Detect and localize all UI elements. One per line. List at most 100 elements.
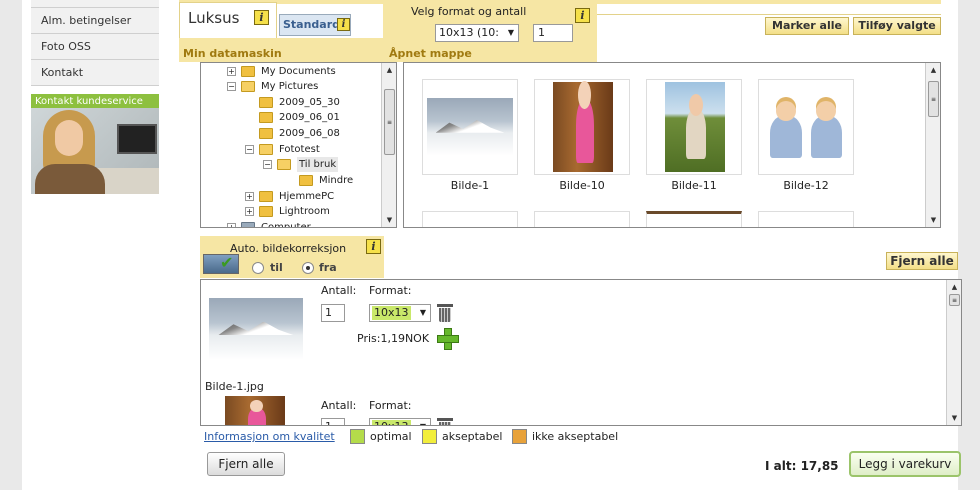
remove-all-button[interactable]: Fjern alle	[207, 452, 285, 476]
my-computer-heading: Min datamaskin	[183, 47, 282, 60]
open-folder-heading: Åpnet mappe	[389, 47, 472, 60]
tree-item-label: Til bruk	[297, 157, 339, 172]
tree-item-label: My Pictures	[261, 81, 319, 92]
snow-mountains-image	[427, 98, 513, 156]
info-icon[interactable]: i	[337, 18, 350, 31]
scroll-up-icon[interactable]: ▲	[947, 280, 961, 294]
selected-image-thumbnail[interactable]	[225, 396, 285, 425]
sidebar-item-about[interactable]: Foto OSS	[31, 34, 159, 60]
image-thumbnail[interactable]	[758, 211, 854, 227]
add-copy-icon[interactable]	[437, 328, 459, 350]
info-icon[interactable]: i	[254, 10, 269, 25]
image-gallery: Bilde-1 Bilde-10 Bilde-11 Bilde-12 ▲ ≡ ▼	[403, 62, 941, 228]
folder-icon	[259, 97, 273, 108]
scroll-up-icon[interactable]: ▲	[926, 63, 940, 77]
quality-legend: Informasjon om kvalitet optimal akseptab…	[200, 427, 962, 447]
tree-item-label: HjemmePC	[279, 191, 335, 202]
quantity-input[interactable]: 1	[533, 24, 573, 42]
sidebar: Alm. betingelser Foto OSS Kontakt Kontak…	[31, 0, 159, 194]
page: Alm. betingelser Foto OSS Kontakt Kontak…	[22, 0, 962, 490]
acceptable-label: akseptabel	[442, 430, 503, 443]
scroll-up-icon[interactable]: ▲	[382, 63, 396, 77]
price-label: Pris:1,19NOK	[357, 332, 430, 345]
format-select-value: 10x13 (10:	[439, 26, 499, 39]
format-quantity-label: Velg format og antall	[411, 5, 527, 18]
image-label: Bilde-1	[450, 179, 490, 192]
format-select[interactable]: 10x13 (10: ▼	[435, 24, 519, 42]
not-acceptable-label: ikke akseptabel	[532, 430, 619, 443]
sidebar-item-contact[interactable]: Kontakt	[31, 60, 159, 86]
scroll-down-icon[interactable]: ▼	[382, 213, 396, 227]
format-select[interactable]: 10x13 ▼	[369, 418, 431, 425]
auto-correction-label: Auto. bildekorreksjon	[230, 242, 347, 255]
scroll-thumb[interactable]: ≡	[384, 89, 395, 155]
quantity-input[interactable]: 1	[321, 304, 345, 322]
tab-luksus[interactable]: Luksus i	[179, 2, 277, 38]
gallery-scrollbar[interactable]: ▲ ≡ ▼	[925, 63, 940, 227]
trash-icon[interactable]	[437, 416, 453, 425]
image-thumbnail[interactable]	[422, 79, 518, 175]
customer-service-photo[interactable]	[31, 108, 159, 194]
tree-item-label: My Documents	[261, 66, 336, 77]
selection-scrollbar[interactable]: ▲ ≡ ▼	[946, 280, 961, 425]
sidebar-item-terms[interactable]: Alm. betingelser	[31, 8, 159, 34]
quantity-label: Antall:	[321, 399, 357, 412]
tree-scrollbar[interactable]: ▲ ≡ ▼	[381, 63, 396, 227]
image-thumbnail[interactable]	[758, 79, 854, 175]
expand-icon[interactable]: +	[245, 192, 254, 201]
scroll-down-icon[interactable]: ▼	[947, 411, 961, 425]
add-selected-button[interactable]: Tilføy valgte	[853, 17, 941, 35]
format-quantity-box: Velg format og antall i 10x13 (10: ▼ 1	[383, 0, 597, 46]
image-thumbnail[interactable]	[646, 211, 742, 227]
optimal-label: optimal	[370, 430, 412, 443]
info-icon[interactable]: i	[575, 8, 590, 23]
chevron-down-icon: ▼	[507, 28, 514, 37]
tree-item-label: 2009_06_01	[279, 112, 340, 123]
radio-off-label: fra	[319, 261, 337, 274]
image-thumbnail[interactable]	[646, 79, 742, 175]
collapse-icon[interactable]: −	[227, 82, 236, 91]
radio-on[interactable]	[252, 262, 264, 274]
radio-off[interactable]	[302, 262, 314, 274]
trash-icon[interactable]	[437, 302, 453, 322]
tree-item-label: Lightroom	[279, 206, 330, 217]
quality-info-link[interactable]: Informasjon om kvalitet	[204, 430, 335, 443]
remove-all-top-button[interactable]: Fjern alle	[886, 252, 958, 270]
folder-open-icon	[277, 159, 291, 170]
selected-images-list: Antall: Format: 1 10x13 ▼ Pris:1,19NOK B…	[200, 279, 962, 426]
expand-icon[interactable]: +	[245, 207, 254, 216]
optimal-swatch	[350, 429, 365, 444]
folder-open-icon	[241, 81, 255, 92]
selected-image-thumbnail[interactable]	[209, 298, 303, 360]
folder-icon	[259, 128, 273, 139]
select-all-button[interactable]: Marker alle	[765, 17, 849, 35]
info-icon[interactable]: i	[366, 239, 381, 254]
two-boys-image	[763, 94, 851, 162]
format-select[interactable]: 10x13 ▼	[369, 304, 431, 322]
image-thumbnail[interactable]	[422, 211, 518, 227]
top-bar: Luksus i Standard i Velg format og antal…	[179, 0, 941, 62]
scroll-thumb[interactable]: ≡	[949, 294, 960, 306]
image-thumbnail[interactable]	[534, 79, 630, 175]
image-thumbnail[interactable]	[534, 211, 630, 227]
auto-correction-box: Auto. bildekorreksjon i ✔ til fra	[200, 236, 384, 278]
quantity-input[interactable]: 1	[321, 418, 345, 425]
radio-on-label: til	[270, 261, 283, 274]
image-filename: Bilde-1.jpg	[205, 380, 264, 393]
folder-tree[interactable]: + My Documents − My Pictures 2009_05_30 …	[200, 62, 397, 228]
collapse-icon[interactable]: −	[263, 160, 272, 169]
collapse-icon[interactable]: −	[245, 145, 254, 154]
main-panel: Luksus i Standard i Velg format og antal…	[179, 0, 962, 490]
expand-icon[interactable]: +	[227, 67, 236, 76]
sidebar-item-cut-off[interactable]	[31, 0, 159, 8]
chevron-down-icon: ▼	[419, 308, 426, 317]
scroll-down-icon[interactable]: ▼	[926, 213, 940, 227]
scroll-thumb[interactable]: ≡	[928, 81, 939, 117]
tab-standard[interactable]: Standard i	[279, 14, 351, 36]
expand-icon[interactable]: +	[227, 223, 236, 227]
customer-service-header: Kontakt kundeservice	[31, 94, 159, 108]
image-label: Bilde-11	[671, 179, 717, 192]
folder-icon	[241, 66, 255, 77]
total-price: I alt: 17,85	[765, 459, 839, 473]
add-to-cart-button[interactable]: Legg i varekurv	[849, 451, 961, 477]
